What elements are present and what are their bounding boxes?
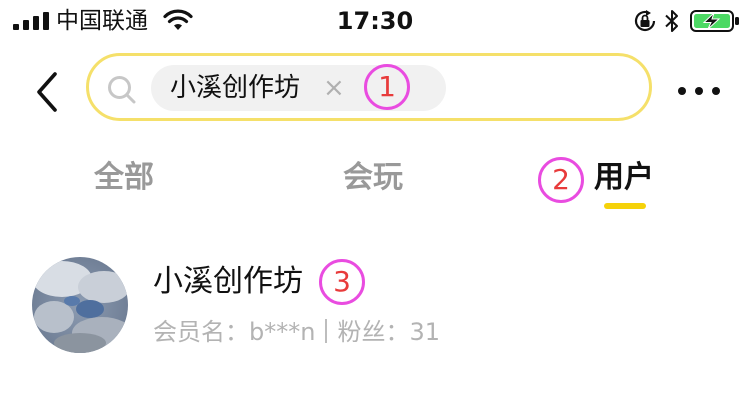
search-icon	[108, 76, 136, 104]
user-meta: 会员名：b***n 粉丝：31	[153, 314, 440, 350]
tab-all[interactable]: 全部	[94, 156, 154, 200]
member-name: b***n	[249, 318, 316, 346]
meta-divider	[325, 319, 328, 343]
fans-label: 粉丝：	[337, 318, 410, 346]
annotation-marker-1: 1	[364, 64, 410, 110]
tab-playful[interactable]: 会玩	[343, 156, 403, 200]
member-label: 会员名：	[153, 318, 249, 346]
annotation-marker-2: 2	[538, 157, 584, 203]
more-icon[interactable]	[676, 84, 722, 98]
avatar	[32, 257, 128, 353]
search-keyword: 小溪创作坊	[170, 73, 301, 103]
status-bar: 中国联通 17:30	[0, 0, 750, 44]
bluetooth-icon	[665, 10, 678, 32]
back-arrow-icon[interactable]	[30, 70, 66, 114]
battery-icon	[690, 10, 739, 32]
close-icon[interactable]: ×	[323, 65, 345, 111]
fans-count: 31	[409, 318, 440, 346]
orientation-lock-icon	[634, 10, 656, 32]
tab-active-indicator	[604, 203, 646, 209]
annotation-marker-3: 3	[319, 259, 365, 305]
user-name: 小溪创作坊	[153, 264, 303, 299]
tab-users[interactable]: 用户	[594, 156, 654, 200]
